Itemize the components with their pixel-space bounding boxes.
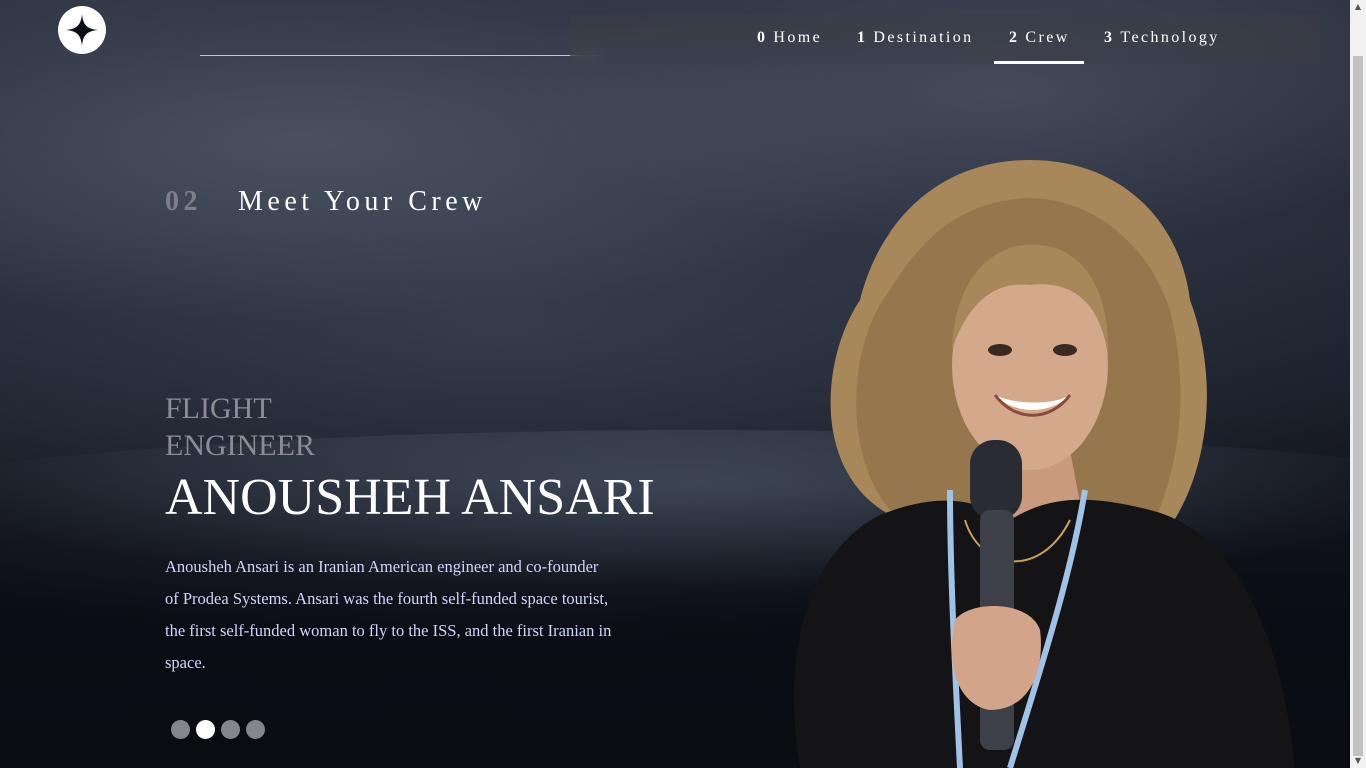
nav-number: 1 [857,29,868,46]
slider-dot[interactable] [246,720,265,739]
page-title-text: Meet Your Crew [238,186,487,217]
nav-divider-line [200,55,600,56]
nav-label: Destination [873,29,974,46]
nav-number: 0 [757,29,768,46]
nav-item-home[interactable]: 0 Home [757,14,822,64]
slider-dot[interactable] [171,720,190,739]
logo[interactable] [58,6,106,54]
crew-name: ANOUSHEH ANSARI [165,469,655,526]
crew-role-line: ENGINEER [165,429,315,462]
scroll-up-icon[interactable]: ▲ [1350,0,1366,14]
nav-label: Technology [1120,29,1220,46]
scrollbar-thumb[interactable] [1353,56,1363,756]
crew-role-line: FLIGHT [165,392,272,425]
crew-bio: Anousheh Ansari is an Iranian American e… [165,557,612,672]
scroll-down-icon[interactable]: ▼ [1350,754,1366,768]
nav-label: Crew [1025,29,1070,46]
page-scrollbar[interactable]: ▲ ▼ [1350,0,1366,768]
nav-number: 2 [1009,29,1020,46]
main-nav: 0 Home 1 Destination 2 Crew 3 Technology [570,14,1320,64]
nav-item-crew[interactable]: 2 Crew [994,14,1084,64]
nav-number: 3 [1104,29,1115,46]
page-title: 02 Meet Your Crew [165,186,487,218]
crew-role: FLIGHT ENGINEER [165,390,465,464]
nav-item-technology[interactable]: 3 Technology [1104,14,1220,64]
slider-dot-active[interactable] [196,720,215,739]
nav-label: Home [773,29,823,46]
nav-item-destination[interactable]: 1 Destination [857,14,974,64]
slider-dot[interactable] [221,720,240,739]
crew-portrait-image [793,160,1295,768]
page-number: 02 [165,186,202,217]
star-logo-icon [66,14,98,46]
